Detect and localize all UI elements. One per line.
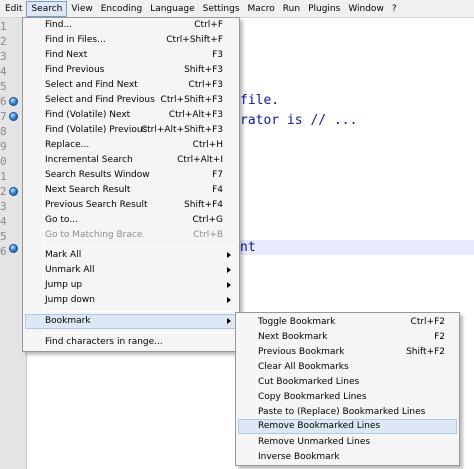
menu-separator — [45, 311, 237, 312]
menu-item-unmark-all[interactable]: Unmark All — [25, 263, 237, 278]
menu-item-clear-all-bookmarks[interactable]: Clear All Bookmarks — [238, 360, 457, 375]
menu-item-select-find-next[interactable]: Select and Find Next Ctrl+F3 — [25, 78, 237, 93]
menu-item-find-volatile-previous[interactable]: Find (Volatile) Previous Ctrl+Alt+Shift+F… — [25, 123, 237, 138]
bookmark-icon[interactable] — [9, 97, 18, 106]
code-text: file. — [240, 93, 280, 108]
line-number: 6 — [0, 95, 7, 108]
menu-item-next-bookmark[interactable]: Next Bookmark F2 — [238, 330, 457, 345]
menu-item-find-volatile-next[interactable]: Find (Volatile) Next Ctrl+Alt+F3 — [25, 108, 237, 123]
menu-item-remove-bookmarked-lines[interactable]: Remove Bookmarked Lines — [238, 419, 457, 434]
code-text: nt — [240, 240, 256, 255]
menu-item-go-to-matching-brace[interactable]: Go to Matching Brace Ctrl+B — [25, 228, 237, 243]
line-number: 5 — [0, 230, 7, 243]
line-number: 2 — [0, 185, 7, 198]
menu-item-cut-bookmarked-lines[interactable]: Cut Bookmarked Lines — [238, 375, 457, 390]
menu-item-jump-up[interactable]: Jump up — [25, 278, 237, 293]
menu-item-find-characters-in-range[interactable]: Find characters in range... — [25, 335, 237, 350]
menu-run[interactable]: Run — [279, 1, 304, 17]
menu-item-find-previous[interactable]: Find Previous Shift+F3 — [25, 63, 237, 78]
code-text: rator is // ... — [240, 113, 358, 128]
menu-language[interactable]: Language — [146, 1, 198, 17]
bookmark-icon[interactable] — [9, 112, 18, 121]
submenu-arrow-icon — [227, 267, 231, 273]
bookmark-submenu: Toggle Bookmark Ctrl+F2 Next Bookmark F2 P… — [235, 312, 460, 466]
line-number: 4 — [0, 215, 7, 228]
menu-item-find-in-files[interactable]: Find in Files... Ctrl+Shift+F — [25, 33, 237, 48]
line-number: 3 — [0, 50, 7, 63]
bookmark-icon[interactable] — [9, 244, 18, 253]
menu-help[interactable]: ? — [388, 1, 401, 17]
menu-search[interactable]: Search — [26, 0, 68, 17]
menu-item-copy-bookmarked-lines[interactable]: Copy Bookmarked Lines — [238, 390, 457, 405]
menu-item-jump-down[interactable]: Jump down — [25, 293, 237, 308]
menu-separator — [45, 246, 237, 247]
bookmark-icon[interactable] — [9, 187, 18, 196]
menu-item-inverse-bookmark[interactable]: Inverse Bookmark — [238, 450, 457, 465]
submenu-arrow-icon — [227, 282, 231, 288]
menu-macro[interactable]: Macro — [244, 1, 279, 17]
menu-item-previous-bookmark[interactable]: Previous Bookmark Shift+F2 — [238, 345, 457, 360]
line-number: 0 — [0, 155, 7, 168]
line-number: 7 — [0, 110, 7, 123]
submenu-arrow-icon — [227, 252, 231, 258]
submenu-arrow-icon — [227, 318, 231, 324]
menu-item-paste-replace-bookmarked-lines[interactable]: Paste to (Replace) Bookmarked Lines — [238, 405, 457, 420]
menu-item-mark-all[interactable]: Mark All — [25, 248, 237, 263]
line-number: 2 — [0, 35, 7, 48]
menu-settings[interactable]: Settings — [199, 1, 244, 17]
search-menu-dropdown: Find... Ctrl+F Find in Files... Ctrl+Shift… — [22, 17, 240, 352]
line-number: 6 — [0, 245, 7, 258]
menu-item-previous-search-result[interactable]: Previous Search Result Shift+F4 — [25, 198, 237, 213]
menu-separator — [45, 332, 237, 333]
menu-plugins[interactable]: Plugins — [304, 1, 344, 17]
menu-item-bookmark[interactable]: Bookmark — [25, 314, 237, 329]
menu-edit[interactable]: Edit — [1, 1, 26, 17]
menu-item-go-to[interactable]: Go to... Ctrl+G — [25, 213, 237, 228]
line-number: 1 — [0, 170, 7, 183]
menu-item-replace[interactable]: Replace... Ctrl+H — [25, 138, 237, 153]
menu-item-toggle-bookmark[interactable]: Toggle Bookmark Ctrl+F2 — [238, 315, 457, 330]
menu-item-search-results-window[interactable]: Search Results Window F7 — [25, 168, 237, 183]
line-number: 8 — [0, 125, 7, 138]
menu-item-find-next[interactable]: Find Next F3 — [25, 48, 237, 63]
menu-item-select-find-previous[interactable]: Select and Find Previous Ctrl+Shift+F3 — [25, 93, 237, 108]
line-number: 5 — [0, 80, 7, 93]
menu-bar: Edit Search View Encoding Language Setti… — [0, 0, 474, 18]
menu-view[interactable]: View — [67, 1, 96, 17]
line-number: 3 — [0, 200, 7, 213]
menu-item-incremental-search[interactable]: Incremental Search Ctrl+Alt+I — [25, 153, 237, 168]
menu-window[interactable]: Window — [344, 1, 388, 17]
line-number: 4 — [0, 65, 7, 78]
submenu-arrow-icon — [227, 297, 231, 303]
menu-item-remove-unmarked-lines[interactable]: Remove Unmarked Lines — [238, 435, 457, 450]
menu-item-find[interactable]: Find... Ctrl+F — [25, 18, 237, 33]
menu-encoding[interactable]: Encoding — [97, 1, 146, 17]
line-number: 9 — [0, 140, 7, 153]
menu-item-next-search-result[interactable]: Next Search Result F4 — [25, 183, 237, 198]
line-number: 1 — [0, 20, 7, 33]
